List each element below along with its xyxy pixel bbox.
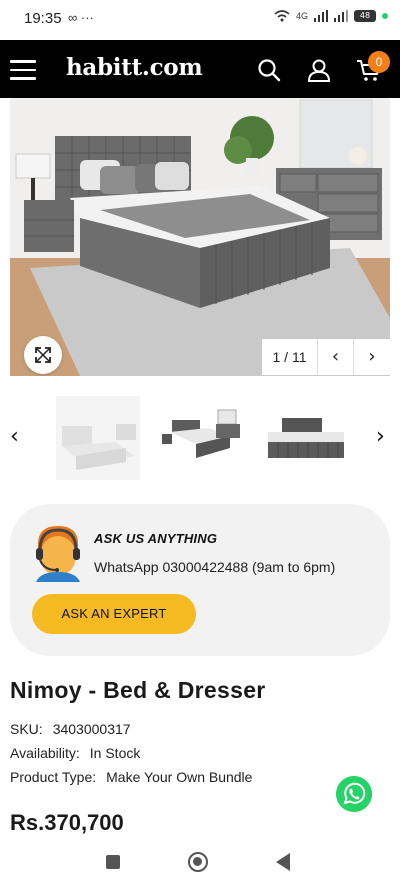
availability-label: Availability: xyxy=(10,745,80,761)
zoom-button[interactable] xyxy=(24,336,62,374)
menu-icon[interactable] xyxy=(10,60,36,80)
status-right-icons: 4G 48 xyxy=(274,10,388,22)
sku-value: 3403000317 xyxy=(52,721,131,737)
signal-icon-2 xyxy=(334,10,348,22)
gallery-pager: 1 / 11 ‹ › xyxy=(262,339,390,375)
system-navigation-bar xyxy=(0,836,400,888)
product-price: Rs.370,700 xyxy=(10,810,124,835)
sku-row: SKU: 3403000317 xyxy=(10,721,131,737)
whatsapp-contact-text: WhatsApp 03000422488 (9am to 6pm) xyxy=(94,559,336,575)
thumbnail-1[interactable] xyxy=(56,396,140,480)
ask-expert-card: ASK US ANYTHING WhatsApp 03000422488 (9a… xyxy=(10,504,390,656)
thumbnail-prev-arrow[interactable]: ‹ xyxy=(10,424,19,449)
network-type: 4G xyxy=(295,11,308,21)
status-time: 19:35 xyxy=(24,10,62,27)
thumbnail-next-arrow[interactable]: › xyxy=(376,424,385,449)
product-type-row: Product Type: Make Your Own Bundle xyxy=(10,769,252,785)
product-main-image[interactable]: 1 / 11 ‹ › xyxy=(10,98,390,376)
availability-row: Availability: In Stock xyxy=(10,745,140,761)
wifi-icon xyxy=(274,10,290,22)
ask-us-title: ASK US ANYTHING xyxy=(94,531,218,546)
back-icon[interactable] xyxy=(276,853,290,871)
thumbnail-strip: ‹ › xyxy=(0,396,400,480)
battery-icon: 48 xyxy=(354,10,376,22)
status-bar: 19:35 ∞ ··· 4G 48 xyxy=(0,0,400,40)
gallery-counter: 1 / 11 xyxy=(262,339,318,375)
thumbnail-3[interactable] xyxy=(264,396,348,480)
search-icon[interactable] xyxy=(256,57,282,83)
status-notification-icons: ∞ ··· xyxy=(68,10,94,25)
recent-apps-icon[interactable] xyxy=(106,855,120,869)
expand-icon xyxy=(35,347,51,363)
support-agent-avatar-icon xyxy=(36,526,80,582)
site-logo[interactable]: habitt.com xyxy=(66,54,203,81)
site-header: habitt.com xyxy=(0,40,400,98)
gallery-next-button[interactable]: › xyxy=(354,339,390,375)
signal-icon xyxy=(314,10,328,22)
home-icon[interactable] xyxy=(188,852,208,872)
whatsapp-chat-icon[interactable] xyxy=(336,776,372,812)
sku-label: SKU: xyxy=(10,721,43,737)
product-type-value: Make Your Own Bundle xyxy=(106,769,253,785)
thumbnail-2[interactable] xyxy=(160,396,244,480)
cart-count-badge[interactable]: 0 xyxy=(368,51,390,73)
availability-value: In Stock xyxy=(89,745,141,761)
gallery-prev-button[interactable]: ‹ xyxy=(318,339,354,375)
product-title: Nimoy - Bed & Dresser xyxy=(10,677,266,703)
privacy-indicator-icon xyxy=(382,13,388,19)
product-type-label: Product Type: xyxy=(10,769,97,785)
bed-room-illustration xyxy=(10,98,390,376)
ask-expert-button[interactable]: ASK AN EXPERT xyxy=(32,594,196,634)
user-icon[interactable] xyxy=(306,57,332,83)
